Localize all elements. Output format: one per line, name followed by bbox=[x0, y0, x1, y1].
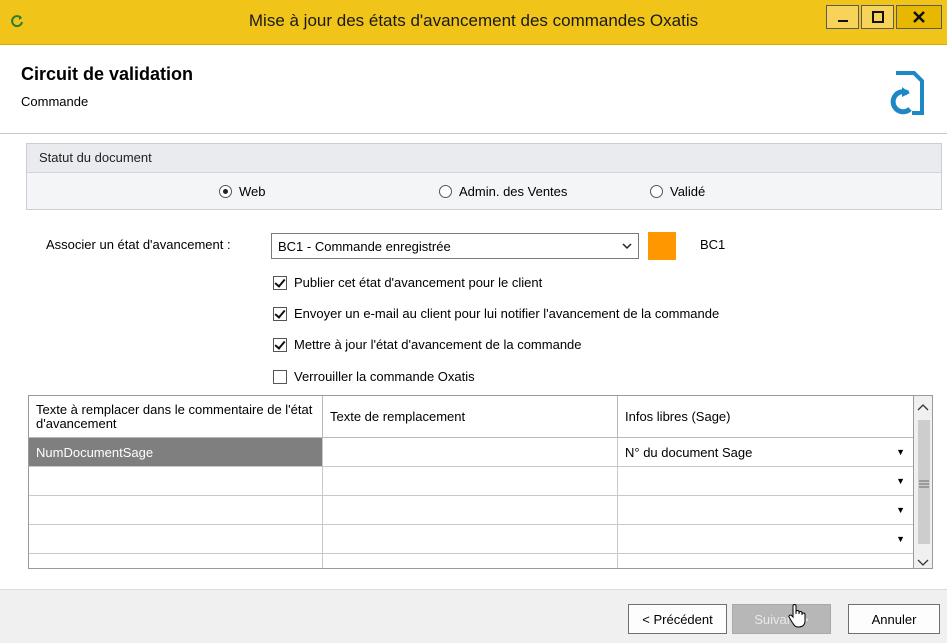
header-separator bbox=[0, 133, 947, 134]
grid-cell[interactable] bbox=[323, 554, 618, 568]
radio-label: Web bbox=[239, 184, 266, 199]
grid-cell[interactable] bbox=[323, 525, 618, 554]
replacement-grid: Texte à remplacer dans le commentaire de… bbox=[28, 395, 914, 569]
cancel-button[interactable]: Annuler bbox=[848, 604, 940, 634]
sync-document-icon bbox=[890, 71, 924, 115]
radio-button[interactable] bbox=[650, 185, 663, 198]
grip-icon bbox=[919, 476, 929, 491]
maximize-icon bbox=[871, 11, 884, 23]
previous-button[interactable]: < Précédent bbox=[628, 604, 727, 634]
checkbox[interactable] bbox=[273, 275, 287, 290]
column-header[interactable]: Infos libres (Sage) bbox=[618, 396, 913, 438]
chevron-down-icon[interactable] bbox=[617, 234, 637, 258]
state-select-label: Associer un état d'avancement : bbox=[46, 237, 231, 252]
grid-dropdown-cell[interactable]: ▼ bbox=[618, 467, 913, 496]
dropdown-arrow-icon[interactable]: ▼ bbox=[896, 476, 905, 486]
checkbox[interactable] bbox=[273, 337, 287, 352]
radio-web[interactable]: Web bbox=[219, 184, 266, 199]
maximize-button[interactable] bbox=[861, 5, 894, 29]
checkbox-label: Publier cet état d'avancement pour le cl… bbox=[294, 275, 543, 290]
grid-cell[interactable] bbox=[618, 554, 913, 568]
radio-button[interactable] bbox=[219, 185, 232, 198]
grid-cell[interactable]: NumDocumentSage bbox=[29, 438, 323, 467]
grid-cell[interactable] bbox=[29, 554, 323, 568]
radio-label: Validé bbox=[670, 184, 706, 199]
next-button[interactable]: Suivant > bbox=[732, 604, 831, 634]
checkbox-label: Mettre à jour l'état d'avancement de la … bbox=[294, 337, 582, 352]
column-header[interactable]: Texte de remplacement bbox=[323, 396, 618, 438]
close-icon bbox=[913, 11, 925, 23]
chevron-up-icon[interactable] bbox=[917, 399, 929, 414]
checkbox-send-email[interactable]: Envoyer un e-mail au client pour lui not… bbox=[273, 306, 719, 321]
minimize-button[interactable] bbox=[826, 5, 859, 29]
grid-cell-value: N° du document Sage bbox=[625, 444, 753, 460]
state-select[interactable]: BC1 - Commande enregistrée bbox=[271, 233, 639, 259]
page-title: Circuit de validation bbox=[21, 64, 194, 84]
grid-cell[interactable] bbox=[323, 438, 618, 467]
status-group-header bbox=[27, 144, 941, 173]
dropdown-arrow-icon[interactable]: ▼ bbox=[896, 447, 905, 457]
grid-cell[interactable] bbox=[29, 496, 323, 525]
radio-valide[interactable]: Validé bbox=[650, 184, 705, 199]
grid-dropdown-cell[interactable]: ▼ bbox=[618, 496, 913, 525]
dropdown-arrow-icon[interactable]: ▼ bbox=[896, 534, 905, 544]
checkbox-publish[interactable]: Publier cet état d'avancement pour le cl… bbox=[273, 275, 542, 290]
checkbox[interactable] bbox=[273, 369, 287, 384]
window-title: Mise à jour des états d'avancement des c… bbox=[248, 11, 699, 30]
grid-dropdown-cell[interactable]: ▼ bbox=[618, 525, 913, 554]
state-code: BC1 bbox=[700, 237, 726, 252]
checkbox[interactable] bbox=[273, 306, 287, 321]
radio-admin-ventes[interactable]: Admin. des Ventes bbox=[439, 184, 567, 199]
grid-cell[interactable] bbox=[29, 467, 323, 496]
minimize-icon bbox=[837, 20, 848, 22]
hand-cursor-icon bbox=[788, 604, 806, 628]
checkbox-update-state[interactable]: Mettre à jour l'état d'avancement de la … bbox=[273, 337, 582, 352]
radio-button[interactable] bbox=[439, 185, 452, 198]
checkbox-label: Verrouiller la commande Oxatis bbox=[294, 369, 475, 384]
grid-dropdown-cell[interactable]: N° du document Sage ▼ bbox=[618, 438, 913, 467]
status-group-title: Statut du document bbox=[39, 150, 152, 165]
grid-cell[interactable] bbox=[323, 467, 618, 496]
checkbox-lock-order[interactable]: Verrouiller la commande Oxatis bbox=[273, 369, 475, 384]
checkbox-label: Envoyer un e-mail au client pour lui not… bbox=[294, 306, 720, 321]
grid-cell[interactable] bbox=[29, 525, 323, 554]
dropdown-arrow-icon[interactable]: ▼ bbox=[896, 505, 905, 515]
chevron-down-icon[interactable] bbox=[917, 555, 929, 570]
page-subtitle: Commande bbox=[21, 94, 89, 109]
radio-label: Admin. des Ventes bbox=[459, 184, 568, 199]
close-button[interactable] bbox=[896, 5, 942, 29]
state-color-swatch bbox=[648, 232, 676, 260]
grid-cell[interactable] bbox=[323, 496, 618, 525]
column-header[interactable]: Texte à remplacer dans le commentaire de… bbox=[29, 396, 323, 438]
